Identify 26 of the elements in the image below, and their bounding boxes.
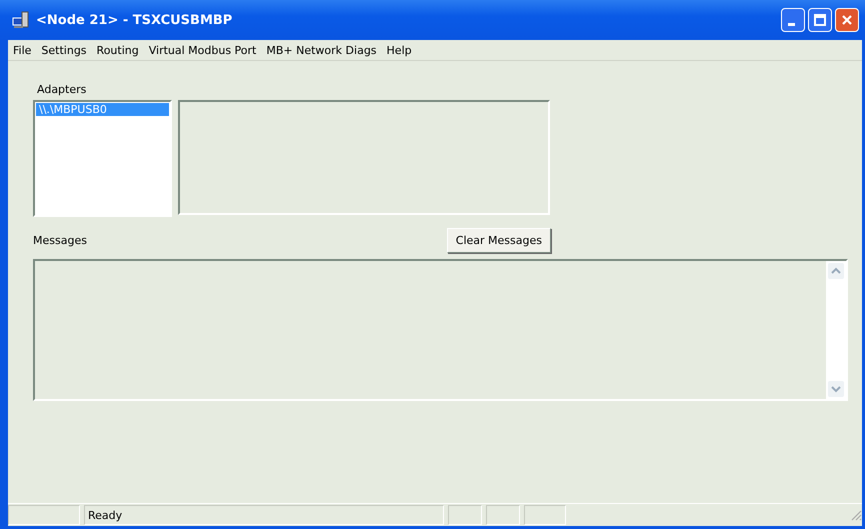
scroll-up-icon[interactable] [828, 263, 844, 279]
close-button[interactable] [835, 8, 859, 32]
minimize-icon [788, 22, 794, 26]
status-text: Ready [84, 505, 444, 525]
menu-item[interactable]: MB+ Network Diags [261, 44, 382, 56]
status-panel [8, 505, 80, 525]
minimize-button[interactable] [781, 8, 805, 32]
clear-messages-button[interactable]: Clear Messages [446, 228, 551, 253]
maximize-icon [814, 14, 826, 26]
menu-item[interactable]: Routing [92, 44, 144, 56]
scroll-down-icon[interactable] [828, 381, 844, 397]
status-panel [524, 505, 566, 525]
status-panel [486, 505, 520, 525]
messages-label: Messages [33, 234, 87, 247]
maximize-button[interactable] [808, 8, 832, 32]
window-title: <Node 21> - TSXCUSBMBP [36, 12, 232, 28]
scrollbar[interactable] [826, 261, 846, 399]
menu-item[interactable]: File [8, 44, 36, 56]
status-panel [448, 505, 482, 525]
menu-item[interactable]: Settings [36, 44, 92, 56]
computer-icon [12, 11, 30, 29]
menu-item[interactable]: Virtual Modbus Port [144, 44, 262, 56]
menu-item[interactable]: Help [382, 44, 417, 56]
adapters-label: Adapters [37, 83, 88, 96]
resize-grip-icon[interactable] [850, 509, 862, 521]
close-icon [841, 14, 853, 26]
